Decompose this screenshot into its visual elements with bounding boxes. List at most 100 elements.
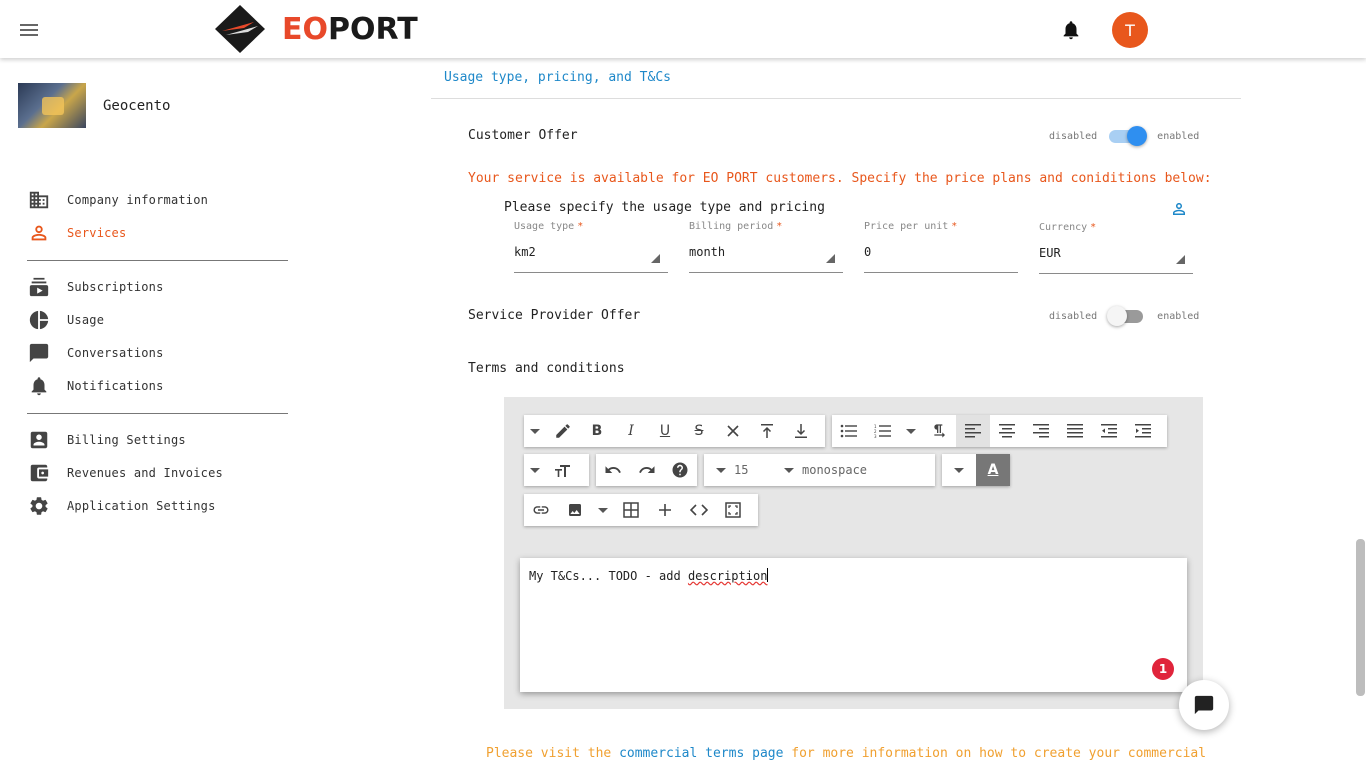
pie-chart-icon	[27, 308, 51, 332]
customer-offer-label: Customer Offer	[468, 128, 578, 143]
terms-label: Terms and conditions	[468, 361, 625, 376]
usage-type-label: Usage type *	[514, 221, 584, 232]
sidebar-item-label: Conversations	[67, 346, 164, 360]
text-size-dropdown[interactable]	[524, 454, 546, 486]
toggle-off-label: disabled	[1049, 310, 1098, 322]
notifications-bell-icon[interactable]	[1060, 18, 1082, 42]
subscriptions-icon	[27, 275, 51, 299]
eoport-logo[interactable]: EOPORT	[214, 4, 418, 54]
price-per-unit-value: 0	[864, 245, 872, 259]
notification-count-badge: 1	[1152, 658, 1174, 680]
billing-period-label: Billing period *	[689, 221, 783, 232]
customer-offer-toggle-group: disabled enabled	[1049, 126, 1199, 146]
sidebar-item-revenues-and-invoices[interactable]: Revenues and Invoices	[27, 461, 223, 485]
provider-offer-toggle[interactable]	[1107, 306, 1147, 326]
list-style-dropdown[interactable]	[900, 415, 922, 447]
person-outline-icon[interactable]	[1170, 200, 1188, 218]
redo-icon[interactable]	[630, 454, 664, 486]
italic-icon[interactable]: I	[614, 415, 648, 447]
code-view-icon[interactable]	[682, 494, 716, 526]
undo-icon[interactable]	[596, 454, 630, 486]
align-left-icon[interactable]	[956, 415, 990, 447]
currency-value: EUR	[1039, 246, 1061, 260]
sidebar-item-usage[interactable]: Usage	[27, 308, 104, 332]
editor-text: My T&Cs... TODO - add	[529, 569, 688, 583]
outdent-icon[interactable]	[1092, 415, 1126, 447]
font-family-select[interactable]: monospace	[784, 454, 934, 486]
clear-format-icon[interactable]	[716, 415, 750, 447]
font-size-select[interactable]: 15	[704, 454, 784, 486]
sidebar-item-services[interactable]: Services	[27, 221, 126, 245]
price-per-unit-input[interactable]: Price per unit * 0	[864, 221, 1018, 273]
commercial-terms-note: Please visit the commercial terms page f…	[486, 746, 1206, 761]
menu-icon[interactable]	[18, 19, 40, 41]
chat-launcher-button[interactable]	[1179, 680, 1229, 730]
person-outline-icon	[27, 221, 51, 245]
logo-text: EOPORT	[282, 11, 418, 47]
currency-select[interactable]: Currency * EUR	[1039, 222, 1193, 274]
add-icon[interactable]	[648, 494, 682, 526]
gear-icon	[27, 494, 51, 518]
image-icon[interactable]	[558, 494, 592, 526]
usage-type-value: km2	[514, 245, 536, 259]
toolbar-group-history	[596, 454, 697, 486]
user-avatar[interactable]: T	[1112, 12, 1148, 48]
chat-bubble-icon	[1194, 695, 1214, 715]
usage-type-select[interactable]: Usage type * km2	[514, 221, 668, 273]
bell-icon	[27, 374, 51, 398]
font-size-value: 15	[734, 463, 749, 477]
sidebar-item-label: Revenues and Invoices	[67, 466, 223, 480]
customer-offer-toggle[interactable]	[1107, 126, 1148, 146]
numbered-list-icon[interactable]: 123	[866, 415, 900, 447]
strikethrough-icon[interactable]: S	[682, 415, 716, 447]
table-dropdown[interactable]	[592, 494, 614, 526]
table-icon[interactable]	[614, 494, 648, 526]
commercial-terms-link[interactable]: commercial terms page	[619, 746, 783, 761]
paragraph-icon[interactable]	[922, 415, 956, 447]
indent-icon[interactable]	[1126, 415, 1160, 447]
style-dropdown-toggle[interactable]	[524, 415, 546, 447]
account-box-icon	[27, 428, 51, 452]
top-bar: EOPORT T	[0, 0, 1366, 58]
svg-text:3: 3	[874, 434, 877, 438]
logo-diamond-icon	[215, 5, 265, 53]
align-center-icon[interactable]	[990, 415, 1024, 447]
font-color-icon[interactable]: A	[976, 454, 1010, 486]
sidebar-item-notifications[interactable]: Notifications	[27, 374, 164, 398]
bold-icon[interactable]: B	[580, 415, 614, 447]
toolbar-group-font: 15 monospace	[704, 454, 935, 486]
text-size-icon[interactable]	[546, 454, 580, 486]
font-family-value: monospace	[802, 463, 868, 477]
terms-editor-content[interactable]: My T&Cs... TODO - add description	[520, 558, 1187, 692]
dropdown-caret-icon	[1176, 255, 1185, 264]
wallet-icon	[27, 461, 51, 485]
service-provider-offer-label: Service Provider Offer	[468, 308, 641, 323]
superscript-icon[interactable]	[750, 415, 784, 447]
sidebar-item-billing-settings[interactable]: Billing Settings	[27, 428, 186, 452]
sidebar-item-conversations[interactable]: Conversations	[27, 341, 164, 365]
subscript-icon[interactable]	[784, 415, 818, 447]
billing-period-select[interactable]: Billing period * month	[689, 221, 843, 273]
underline-icon[interactable]: U	[648, 415, 682, 447]
currency-label: Currency *	[1039, 222, 1097, 233]
sidebar-item-application-settings[interactable]: Application Settings	[27, 494, 216, 518]
sidebar-item-label: Application Settings	[67, 499, 216, 513]
sidebar-item-company-information[interactable]: Company information	[27, 188, 208, 212]
highlight-pen-icon[interactable]	[546, 415, 580, 447]
sidebar-item-label: Services	[67, 226, 127, 240]
page-scrollbar-thumb[interactable]	[1356, 539, 1365, 696]
toggle-on-label: enabled	[1157, 310, 1200, 322]
toolbar-group-insert	[524, 494, 758, 526]
toggle-on-label: enabled	[1157, 130, 1200, 142]
fullscreen-icon[interactable]	[716, 494, 750, 526]
bulleted-list-icon[interactable]	[832, 415, 866, 447]
link-icon[interactable]	[524, 494, 558, 526]
sidebar-item-subscriptions[interactable]: Subscriptions	[27, 275, 164, 299]
help-icon[interactable]	[663, 454, 697, 486]
price-per-unit-label: Price per unit *	[864, 221, 958, 232]
align-right-icon[interactable]	[1024, 415, 1058, 447]
align-justify-icon[interactable]	[1058, 415, 1092, 447]
font-color-dropdown[interactable]	[942, 454, 976, 486]
sidebar-item-label: Subscriptions	[67, 280, 164, 294]
sidebar-item-label: Billing Settings	[67, 433, 186, 447]
